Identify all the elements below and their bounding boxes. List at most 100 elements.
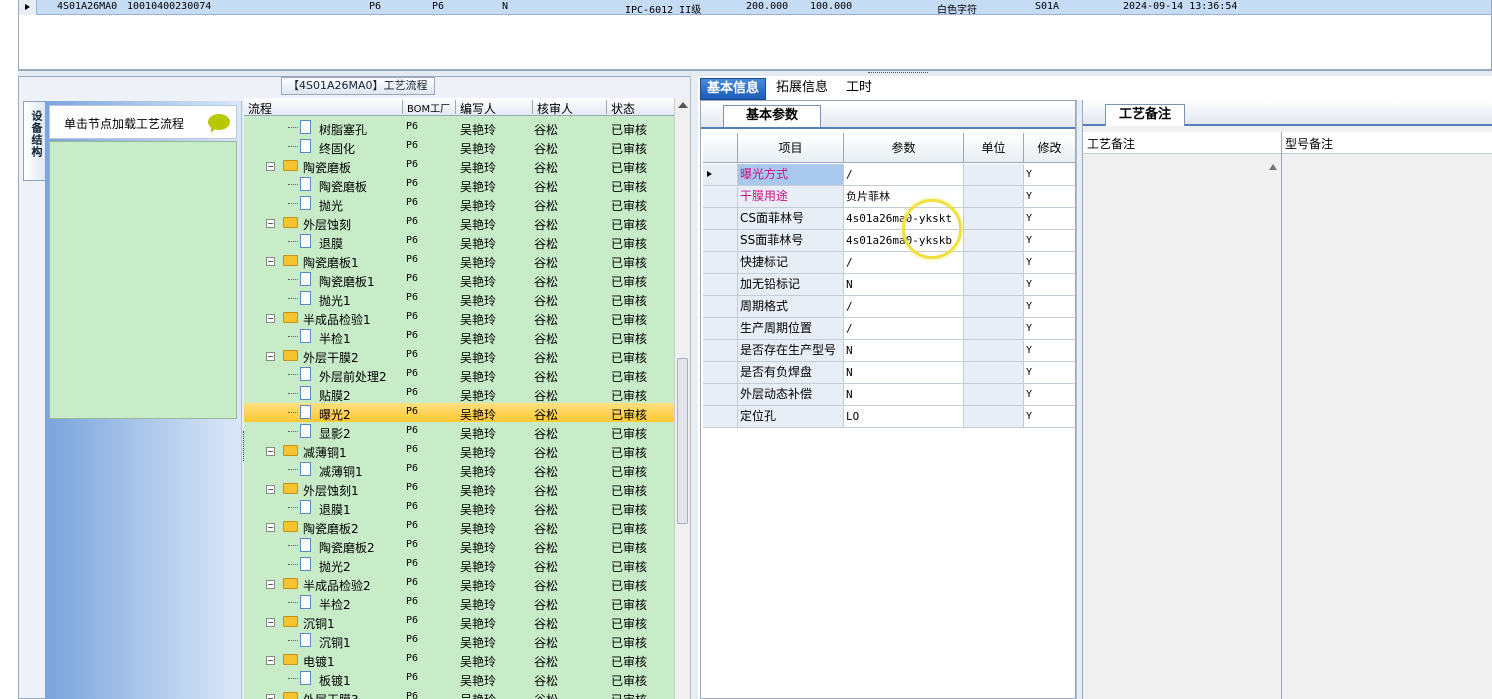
process-tree-grid[interactable]: 流程 BOM工厂 编写人 核审人 状态 树脂塞孔 P6 吴艳玲 谷松 已审核 终固化 P6 吴…: [244, 98, 674, 699]
param-value[interactable]: LO: [843, 406, 963, 427]
param-unit[interactable]: [963, 384, 1023, 405]
collapse-icon[interactable]: −: [266, 580, 275, 589]
param-row[interactable]: 曝光方式 / Y: [703, 164, 1075, 186]
param-unit[interactable]: [963, 230, 1023, 251]
tree-row[interactable]: 陶瓷磨板2 P6 吴艳玲 谷松 已审核: [244, 536, 674, 555]
row-header[interactable]: [703, 406, 737, 427]
param-unit[interactable]: [963, 186, 1023, 207]
param-modify[interactable]: Y: [1023, 340, 1075, 361]
notes-title[interactable]: 工艺备注: [1105, 104, 1185, 126]
param-value[interactable]: N: [843, 340, 963, 361]
param-value[interactable]: 4s01a26ma0-ykskb: [843, 230, 963, 251]
row-header[interactable]: [703, 296, 737, 317]
param-row[interactable]: SS面菲林号 4s01a26ma0-ykskb Y: [703, 230, 1075, 252]
col-item[interactable]: 项目: [737, 133, 843, 163]
splitter-grip-icon[interactable]: [868, 72, 928, 75]
row-header[interactable]: [703, 186, 737, 207]
param-row[interactable]: 定位孔 LO Y: [703, 406, 1075, 428]
tree-row[interactable]: − 陶瓷磨板1 P6 吴艳玲 谷松 已审核: [244, 251, 674, 270]
load-flow-hint[interactable]: 单击节点加载工艺流程: [49, 105, 237, 139]
param-value[interactable]: 负片菲林: [843, 186, 963, 207]
row-header[interactable]: [703, 230, 737, 251]
param-row[interactable]: 是否有负焊盘 N Y: [703, 362, 1075, 384]
scroll-thumb[interactable]: [677, 358, 688, 524]
collapse-icon[interactable]: −: [266, 314, 275, 323]
tree-row[interactable]: − 陶瓷磨板 P6 吴艳玲 谷松 已审核: [244, 156, 674, 175]
param-value[interactable]: N: [843, 274, 963, 295]
param-modify[interactable]: Y: [1023, 230, 1075, 251]
top-grid-row[interactable]: 4S01A26MA0 10010400230074 P6 P6 N IPC-60…: [19, 0, 1491, 16]
tree-row[interactable]: 减薄铜1 P6 吴艳玲 谷松 已审核: [244, 460, 674, 479]
tree-row[interactable]: − 外层蚀刻 P6 吴艳玲 谷松 已审核: [244, 213, 674, 232]
tree-row[interactable]: 显影2 P6 吴艳玲 谷松 已审核: [244, 422, 674, 441]
param-value[interactable]: /: [843, 318, 963, 339]
tree-row[interactable]: 曝光2 P6 吴艳玲 谷松 已审核: [244, 403, 674, 422]
scroll-up-icon[interactable]: [678, 102, 688, 108]
params-grid[interactable]: 项目 参数 单位 修改 曝光方式 / Y 干膜用途 负片菲林 Y CS面菲林号 4s01a26…: [703, 133, 1075, 429]
param-modify[interactable]: Y: [1023, 164, 1075, 185]
param-unit[interactable]: [963, 208, 1023, 229]
collapse-icon[interactable]: −: [266, 219, 275, 228]
row-header[interactable]: [703, 208, 737, 229]
param-value[interactable]: /: [843, 296, 963, 317]
param-modify[interactable]: Y: [1023, 318, 1075, 339]
param-unit[interactable]: [963, 362, 1023, 383]
param-row[interactable]: 周期格式 / Y: [703, 296, 1075, 318]
tree-row[interactable]: − 减薄铜1 P6 吴艳玲 谷松 已审核: [244, 441, 674, 460]
tree-row[interactable]: 贴膜2 P6 吴艳玲 谷松 已审核: [244, 384, 674, 403]
tree-scrollbar[interactable]: [674, 98, 690, 699]
param-row[interactable]: 快捷标记 / Y: [703, 252, 1075, 274]
node-area[interactable]: [49, 141, 237, 419]
param-modify[interactable]: Y: [1023, 252, 1075, 273]
param-row[interactable]: 是否存在生产型号 N Y: [703, 340, 1075, 362]
tree-row[interactable]: 树脂塞孔 P6 吴艳玲 谷松 已审核: [244, 118, 674, 137]
tree-row[interactable]: 退膜1 P6 吴艳玲 谷松 已审核: [244, 498, 674, 517]
tree-row[interactable]: 陶瓷磨板1 P6 吴艳玲 谷松 已审核: [244, 270, 674, 289]
param-unit[interactable]: [963, 296, 1023, 317]
row-header[interactable]: [703, 384, 737, 405]
collapse-icon[interactable]: −: [266, 447, 275, 456]
notes-scroll-up-icon[interactable]: [1269, 164, 1277, 170]
param-modify[interactable]: Y: [1023, 208, 1075, 229]
row-header[interactable]: [703, 252, 737, 273]
row-header[interactable]: [703, 274, 737, 295]
middle-vertical-splitter[interactable]: [690, 76, 698, 699]
param-value[interactable]: N: [843, 362, 963, 383]
param-unit[interactable]: [963, 164, 1023, 185]
tree-row[interactable]: − 外层干膜3 P6 吴艳玲 谷松 已审核: [244, 688, 674, 699]
param-modify[interactable]: Y: [1023, 296, 1075, 317]
col-modify[interactable]: 修改: [1023, 133, 1075, 163]
param-value[interactable]: 4s01a26ma0-ykskt: [843, 208, 963, 229]
tree-row[interactable]: 抛光 P6 吴艳玲 谷松 已审核: [244, 194, 674, 213]
collapse-icon[interactable]: −: [266, 618, 275, 627]
param-value[interactable]: /: [843, 164, 963, 185]
param-row[interactable]: 加无铅标记 N Y: [703, 274, 1075, 296]
row-header[interactable]: [703, 362, 737, 383]
collapse-icon[interactable]: −: [266, 352, 275, 361]
tree-row[interactable]: 终固化 P6 吴艳玲 谷松 已审核: [244, 137, 674, 156]
tree-row[interactable]: 沉铜1 P6 吴艳玲 谷松 已审核: [244, 631, 674, 650]
tree-row[interactable]: 抛光1 P6 吴艳玲 谷松 已审核: [244, 289, 674, 308]
row-selector-icon[interactable]: [19, 0, 37, 15]
col-reviewer[interactable]: 核审人: [532, 100, 573, 116]
col-unit[interactable]: 单位: [963, 133, 1023, 163]
tree-row[interactable]: 陶瓷磨板 P6 吴艳玲 谷松 已审核: [244, 175, 674, 194]
tree-row[interactable]: 半检2 P6 吴艳玲 谷松 已审核: [244, 593, 674, 612]
param-modify[interactable]: Y: [1023, 186, 1075, 207]
tab-equipment-structure[interactable]: 设备结构: [23, 101, 45, 181]
col-status[interactable]: 状态: [606, 100, 635, 116]
basic-params-title[interactable]: 基本参数: [723, 105, 821, 127]
tree-row[interactable]: 板镀1 P6 吴艳玲 谷松 已审核: [244, 669, 674, 688]
param-row[interactable]: 干膜用途 负片菲林 Y: [703, 186, 1075, 208]
row-header[interactable]: [703, 318, 737, 339]
param-modify[interactable]: Y: [1023, 406, 1075, 427]
param-unit[interactable]: [963, 274, 1023, 295]
param-modify[interactable]: Y: [1023, 274, 1075, 295]
tab-basic-info[interactable]: 基本信息: [700, 78, 767, 100]
tree-row[interactable]: − 半成品检验1 P6 吴艳玲 谷松 已审核: [244, 308, 674, 327]
collapse-icon[interactable]: −: [266, 656, 275, 665]
param-value[interactable]: /: [843, 252, 963, 273]
param-value[interactable]: N: [843, 384, 963, 405]
tree-row[interactable]: − 半成品检验2 P6 吴艳玲 谷松 已审核: [244, 574, 674, 593]
tree-row[interactable]: − 陶瓷磨板2 P6 吴艳玲 谷松 已审核: [244, 517, 674, 536]
